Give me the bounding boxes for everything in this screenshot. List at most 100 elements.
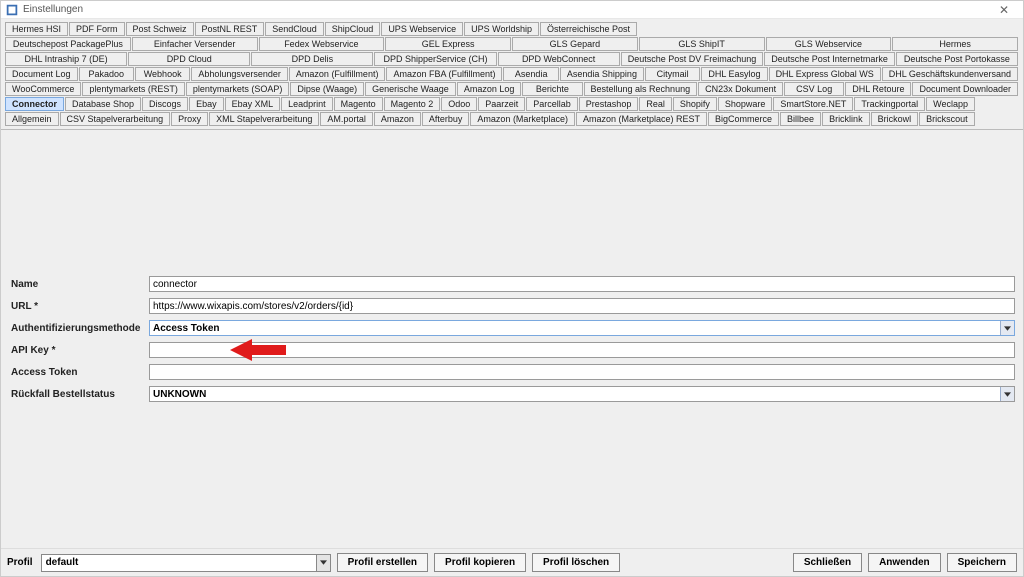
select-fallback[interactable]: UNKNOWN <box>149 386 1015 402</box>
tab-post-schweiz[interactable]: Post Schweiz <box>126 22 194 36</box>
tab-amazon[interactable]: Amazon <box>374 112 421 126</box>
button-schliessen[interactable]: Schließen <box>793 553 862 572</box>
tab-magento-2[interactable]: Magento 2 <box>384 97 441 111</box>
tab-amazon-log[interactable]: Amazon Log <box>457 82 522 96</box>
select-profil[interactable]: default <box>41 554 331 572</box>
tab-dhl-gesch-ftskundenversand[interactable]: DHL Geschäftskundenversand <box>882 67 1018 81</box>
tab-pakadoo[interactable]: Pakadoo <box>79 67 134 81</box>
button-anwenden[interactable]: Anwenden <box>868 553 941 572</box>
tab-odoo[interactable]: Odoo <box>441 97 477 111</box>
tab-magento[interactable]: Magento <box>334 97 383 111</box>
tab-asendia[interactable]: Asendia <box>503 67 558 81</box>
tab-weclapp[interactable]: Weclapp <box>926 97 975 111</box>
tab-connector[interactable]: Connector <box>5 97 64 111</box>
tab-row-1: Deutschepost PackagePlusEinfacher Versen… <box>5 37 1019 51</box>
tab-ebay[interactable]: Ebay <box>189 97 224 111</box>
tab-am-portal[interactable]: AM.portal <box>320 112 373 126</box>
tab-smartstore-net[interactable]: SmartStore.NET <box>773 97 853 111</box>
tab-afterbuy[interactable]: Afterbuy <box>422 112 470 126</box>
tab-dipse-waage-[interactable]: Dipse (Waage) <box>290 82 364 96</box>
tab-ups-webservice[interactable]: UPS Webservice <box>381 22 463 36</box>
tab-billbee[interactable]: Billbee <box>780 112 821 126</box>
tab-shipcloud[interactable]: ShipCloud <box>325 22 381 36</box>
tab-deutsche-post-internetmarke[interactable]: Deutsche Post Internetmarke <box>764 52 895 66</box>
tab-generische-waage[interactable]: Generische Waage <box>365 82 456 96</box>
close-icon[interactable]: ✕ <box>989 3 1019 17</box>
tab-allgemein[interactable]: Allgemein <box>5 112 59 126</box>
tab-dpd-webconnect[interactable]: DPD WebConnect <box>498 52 620 66</box>
tab-einfacher-versender[interactable]: Einfacher Versender <box>132 37 258 51</box>
input-token[interactable] <box>149 364 1015 380</box>
tab-hermes[interactable]: Hermes <box>892 37 1018 51</box>
app-icon <box>5 3 19 17</box>
select-auth[interactable]: Access Token <box>149 320 1015 336</box>
input-url[interactable] <box>149 298 1015 314</box>
tab--sterreichische-post[interactable]: Österreichische Post <box>540 22 637 36</box>
tab-ebay-xml[interactable]: Ebay XML <box>225 97 281 111</box>
tab-bricklink[interactable]: Bricklink <box>822 112 870 126</box>
tab-gel-express[interactable]: GEL Express <box>385 37 511 51</box>
tab-berichte[interactable]: Berichte <box>522 82 582 96</box>
titlebar: Einstellungen ✕ <box>1 1 1023 19</box>
tab-document-downloader[interactable]: Document Downloader <box>912 82 1018 96</box>
button-speichern[interactable]: Speichern <box>947 553 1017 572</box>
tab-amazon-marketplace-rest[interactable]: Amazon (Marketplace) REST <box>576 112 707 126</box>
tab-real[interactable]: Real <box>639 97 672 111</box>
tab-cn23x-dokument[interactable]: CN23x Dokument <box>698 82 783 96</box>
tab-gls-gepard[interactable]: GLS Gepard <box>512 37 638 51</box>
tab-leadprint[interactable]: Leadprint <box>281 97 333 111</box>
tab-abholungsversender[interactable]: Abholungsversender <box>191 67 288 81</box>
tab-discogs[interactable]: Discogs <box>142 97 188 111</box>
tab-dpd-cloud[interactable]: DPD Cloud <box>128 52 250 66</box>
tab-deutsche-post-portokasse[interactable]: Deutsche Post Portokasse <box>896 52 1018 66</box>
tab-prestashop[interactable]: Prestashop <box>579 97 639 111</box>
tab-shopify[interactable]: Shopify <box>673 97 717 111</box>
tab-brickscout[interactable]: Brickscout <box>919 112 975 126</box>
button-profil-kopieren[interactable]: Profil kopieren <box>434 553 526 572</box>
tab-plentymarkets-rest-[interactable]: plentymarkets (REST) <box>82 82 185 96</box>
tab-csv-stapelverarbeitung[interactable]: CSV Stapelverarbeitung <box>60 112 171 126</box>
tab-plentymarkets-soap-[interactable]: plentymarkets (SOAP) <box>186 82 290 96</box>
tab-parcellab[interactable]: Parcellab <box>526 97 578 111</box>
select-auth-value: Access Token <box>150 321 1000 335</box>
tab-gls-shipit[interactable]: GLS ShipIT <box>639 37 765 51</box>
tab-citymail[interactable]: Citymail <box>645 67 700 81</box>
form-wrap: Name URL * Authentifizierungsmethode Acc… <box>7 136 1017 542</box>
tab-csv-log[interactable]: CSV Log <box>784 82 844 96</box>
input-name[interactable] <box>149 276 1015 292</box>
tab-dhl-express-global-ws[interactable]: DHL Express Global WS <box>769 67 881 81</box>
tab-paarzeit[interactable]: Paarzeit <box>478 97 525 111</box>
tab-postnl-rest[interactable]: PostNL REST <box>195 22 265 36</box>
tab-dhl-retoure[interactable]: DHL Retoure <box>845 82 911 96</box>
tab-amazon-marketplace-[interactable]: Amazon (Marketplace) <box>470 112 575 126</box>
tab-fedex-webservice[interactable]: Fedex Webservice <box>259 37 385 51</box>
tab-bestellung-als-rechnung[interactable]: Bestellung als Rechnung <box>584 82 698 96</box>
tab-brickowl[interactable]: Brickowl <box>871 112 919 126</box>
tab-dpd-shipperservice-ch-[interactable]: DPD ShipperService (CH) <box>374 52 496 66</box>
button-profil-erstellen[interactable]: Profil erstellen <box>337 553 428 572</box>
tab-xml-stapelverarbeitung[interactable]: XML Stapelverarbeitung <box>209 112 319 126</box>
tab-trackingportal[interactable]: Trackingportal <box>854 97 925 111</box>
tab-dhl-intraship-7-de-[interactable]: DHL Intraship 7 (DE) <box>5 52 127 66</box>
tab-woocommerce[interactable]: WooCommerce <box>5 82 81 96</box>
tab-amazon-fba-fulfillment-[interactable]: Amazon FBA (Fulfillment) <box>386 67 502 81</box>
tab-database-shop[interactable]: Database Shop <box>65 97 141 111</box>
tab-hermes-hsi[interactable]: Hermes HSI <box>5 22 68 36</box>
tab-shopware[interactable]: Shopware <box>718 97 773 111</box>
tab-dpd-delis[interactable]: DPD Delis <box>251 52 373 66</box>
input-apikey[interactable] <box>149 342 1015 358</box>
tab-document-log[interactable]: Document Log <box>5 67 78 81</box>
tab-deutsche-post-dv-freimachung[interactable]: Deutsche Post DV Freimachung <box>621 52 764 66</box>
tab-bigcommerce[interactable]: BigCommerce <box>708 112 779 126</box>
tab-amazon-fulfillment-[interactable]: Amazon (Fulfillment) <box>289 67 386 81</box>
tab-proxy[interactable]: Proxy <box>171 112 208 126</box>
tab-deutschepost-packageplus[interactable]: Deutschepost PackagePlus <box>5 37 131 51</box>
tab-dhl-easylog[interactable]: DHL Easylog <box>701 67 767 81</box>
tab-webhook[interactable]: Webhook <box>135 67 190 81</box>
tab-pdf-form[interactable]: PDF Form <box>69 22 125 36</box>
tab-gls-webservice[interactable]: GLS Webservice <box>766 37 892 51</box>
tab-sendcloud[interactable]: SendCloud <box>265 22 324 36</box>
tab-asendia-shipping[interactable]: Asendia Shipping <box>560 67 644 81</box>
button-profil-loeschen[interactable]: Profil löschen <box>532 553 620 572</box>
tab-ups-worldship[interactable]: UPS Worldship <box>464 22 539 36</box>
